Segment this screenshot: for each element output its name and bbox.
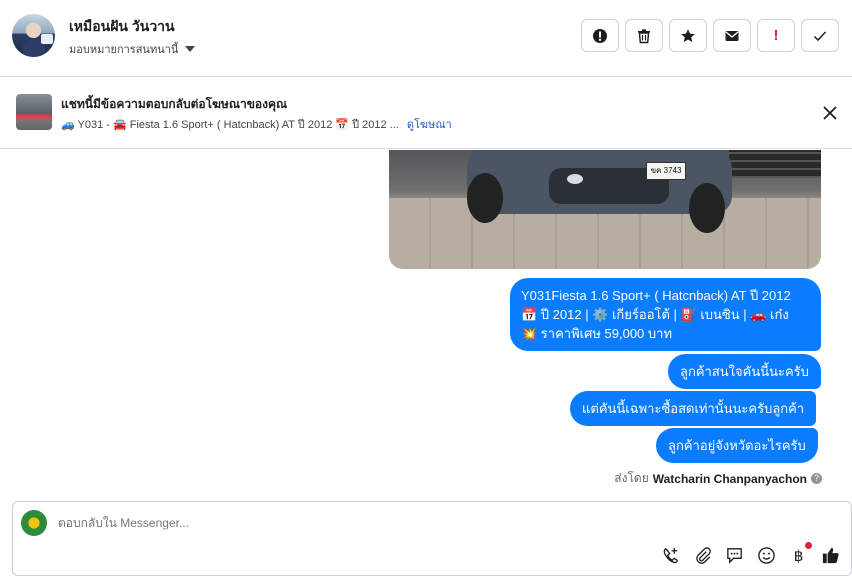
conversation-header: เหมือนฝัน วันวาน มอบหมายการสนทนานี้ ! xyxy=(0,0,852,77)
report-icon xyxy=(593,28,607,43)
assign-label: มอบหมายการสนทนานี้ xyxy=(69,44,179,56)
ad-reply-banner: แชทนี้มีข้อความตอบกลับต่อโฆษณาของคุณ 🚙 Y… xyxy=(0,78,852,149)
mark-unread-button[interactable] xyxy=(713,19,751,52)
ad-thumbnail[interactable] xyxy=(16,94,52,130)
message-bubble[interactable]: ลูกค้าอยู่จังหวัดอะไรครับ xyxy=(656,428,818,463)
message-bubble[interactable]: Y031Fiesta 1.6 Sport+ ( Hatcnback) AT ปี… xyxy=(510,278,821,351)
ad-banner-subtitle: 🚙 Y031 - 🚘 Fiesta 1.6 Sport+ ( Hatcnback… xyxy=(61,115,452,133)
page-avatar xyxy=(21,510,47,536)
trash-icon xyxy=(638,28,650,43)
follow-up-button[interactable]: ! xyxy=(757,19,795,52)
message-text: 💥 ราคาพิเศษ 59,000 บาท xyxy=(521,326,673,341)
contact-name[interactable]: เหมือนฝัน วันวาน xyxy=(69,16,175,38)
reply-input[interactable] xyxy=(58,516,658,530)
mark-done-button[interactable] xyxy=(801,19,839,52)
ad-banner-title: แชทนี้มีข้อความตอบกลับต่อโฆษณาของคุณ xyxy=(61,97,288,111)
delete-button[interactable] xyxy=(625,19,663,52)
view-ad-link[interactable]: ดูโฆษณา xyxy=(407,115,452,133)
notification-dot xyxy=(805,542,812,549)
attachment-icon[interactable] xyxy=(693,546,712,565)
saved-replies-icon[interactable] xyxy=(725,546,744,565)
exclamation-icon: ! xyxy=(773,27,779,44)
help-icon[interactable]: ? xyxy=(811,473,822,484)
sender-name: Watcharin Chanpanyachon xyxy=(652,471,807,486)
license-plate-text: ขค 3743 xyxy=(646,162,686,180)
contact-avatar[interactable] xyxy=(12,14,55,57)
svg-text:฿: ฿ xyxy=(794,547,804,565)
check-icon xyxy=(813,30,827,41)
message-thread[interactable]: ขค 3743 Y031Fiesta 1.6 Sport+ ( Hatcnbac… xyxy=(0,150,852,495)
close-icon[interactable] xyxy=(820,103,840,123)
assign-conversation-dropdown[interactable]: มอบหมายการสนทนานี้ xyxy=(69,40,196,58)
sent-by-prefix: ส่งโดย xyxy=(614,471,649,485)
mail-icon xyxy=(725,30,739,41)
report-button[interactable] xyxy=(581,19,619,52)
call-add-icon[interactable] xyxy=(661,546,680,565)
ad-summary-text: 🚙 Y031 - 🚘 Fiesta 1.6 Sport+ ( Hatcnback… xyxy=(61,119,399,131)
message-bubble[interactable]: ลูกค้าสนใจคันนี้นะครับ xyxy=(668,354,821,389)
star-icon xyxy=(681,28,695,42)
sent-by-info: ส่งโดย Watcharin Chanpanyachon ? xyxy=(614,469,822,488)
caret-down-icon xyxy=(185,46,196,52)
car-photo[interactable]: ขค 3743 xyxy=(389,150,821,269)
reply-composer: ฿ xyxy=(12,501,852,576)
star-button[interactable] xyxy=(669,19,707,52)
emoji-icon[interactable] xyxy=(757,546,776,565)
payment-baht-icon[interactable]: ฿ xyxy=(789,546,808,565)
message-text: 📅 ปี 2012 | ⚙️ เกียร์ออโต้ | ⛽ เบนซิน | … xyxy=(521,307,789,322)
like-icon[interactable] xyxy=(821,546,840,565)
composer-toolbar: ฿ xyxy=(661,546,840,565)
message-text: Y031Fiesta 1.6 Sport+ ( Hatcnback) AT ปี… xyxy=(521,288,791,303)
header-actions: ! xyxy=(581,19,839,52)
message-bubble[interactable]: แต่คันนี้เฉพาะซื้อสดเท่านั้นนะครับลูกค้า xyxy=(570,391,817,426)
